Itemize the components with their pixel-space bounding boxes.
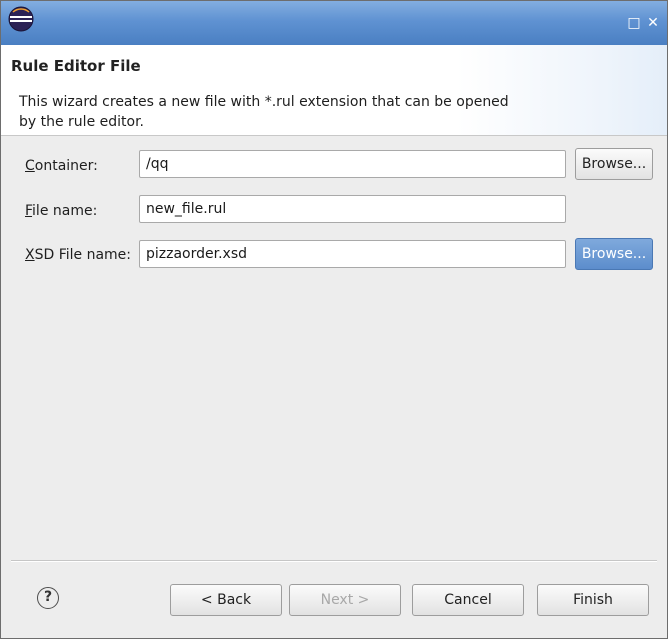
cancel-button[interactable]: Cancel — [412, 584, 524, 616]
title-bar[interactable]: □ ✕ — [1, 1, 667, 45]
page-description: This wizard creates a new file with *.ru… — [19, 94, 509, 130]
wizard-banner: Rule Editor File This wizard creates a n… — [1, 45, 667, 136]
page-title: Rule Editor File — [11, 57, 141, 75]
next-button[interactable]: Next > — [289, 584, 401, 616]
xsd-file-name-label: XSD File name: — [25, 247, 132, 263]
file-name-label: File name: — [25, 203, 98, 219]
close-icon[interactable]: ✕ — [645, 15, 661, 31]
wizard-dialog: □ ✕ Rule Editor File This wizard creates… — [0, 0, 668, 639]
help-icon[interactable]: ? — [37, 587, 59, 609]
container-input[interactable]: /qq — [139, 150, 566, 178]
finish-button[interactable]: Finish — [537, 584, 649, 616]
container-browse-button[interactable]: Browse... — [575, 148, 653, 180]
eclipse-icon — [8, 6, 34, 32]
xsd-browse-button[interactable]: Browse... — [575, 238, 653, 270]
container-label: Container: — [25, 158, 98, 174]
file-name-input[interactable]: new_file.rul — [139, 195, 566, 223]
back-button[interactable]: < Back — [170, 584, 282, 616]
xsd-file-name-input[interactable]: pizzaorder.xsd — [139, 240, 566, 268]
maximize-icon[interactable]: □ — [626, 15, 642, 31]
footer-divider — [11, 560, 657, 562]
